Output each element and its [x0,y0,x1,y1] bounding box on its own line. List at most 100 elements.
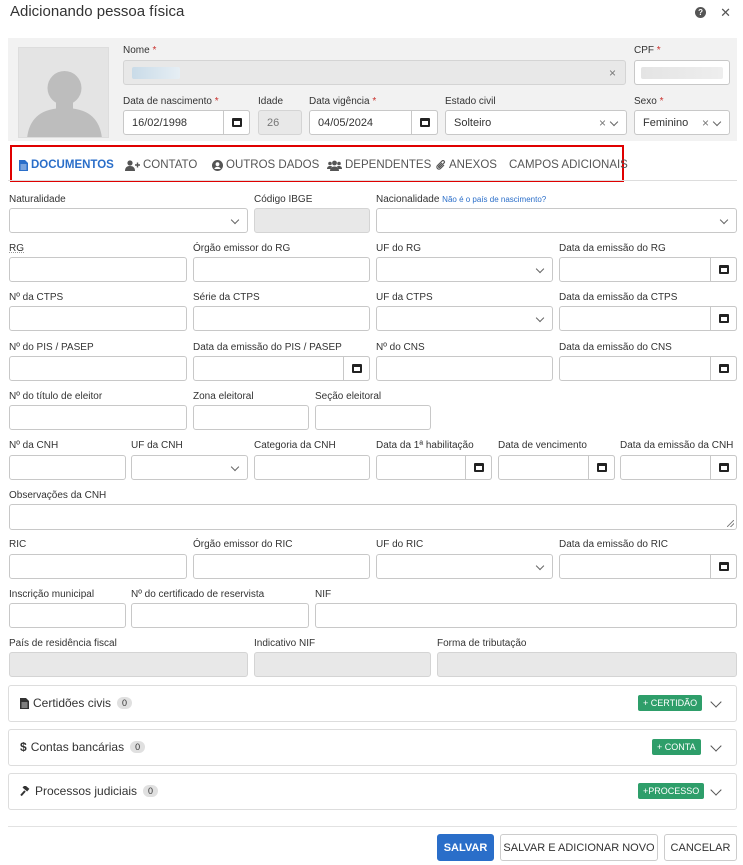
sexo-select[interactable]: Feminino × [634,110,730,135]
clear-icon[interactable]: × [599,116,606,130]
calendar-button[interactable] [465,455,492,480]
estado-civil-select[interactable]: Solteiro × [445,110,627,135]
ric-input[interactable] [9,554,187,579]
nacionalidade-link[interactable]: Não é o país de nascimento? [442,195,546,204]
nome-input[interactable]: × [123,60,626,85]
nascimento-label: Data de nascimento * [123,96,219,107]
save-new-button[interactable]: SALVAR E ADICIONAR NOVO [500,834,658,861]
calendar-button[interactable] [710,257,737,282]
add-conta-button[interactable]: + CONTA [652,739,701,755]
panel-title: Processos judiciais 0 [20,784,159,798]
idade-input: 26 [258,110,302,135]
idade-label: Idade [258,96,284,107]
obs-cnh-textarea[interactable] [9,504,737,530]
resize-handle[interactable] [727,520,734,527]
tab-anexos[interactable]: ANEXOS [436,159,497,171]
calendar-button[interactable] [710,554,737,579]
inscricao-input[interactable] [9,603,126,628]
calendar-icon [718,463,729,472]
nascimento-input[interactable]: 16/02/1998 [123,110,250,135]
chevron-down-icon [719,215,729,225]
uf-ric-select[interactable] [376,554,553,579]
emissao-cns-label: Data da emissão do CNS [559,342,672,353]
calendar-button[interactable] [710,306,737,331]
count-badge: 0 [143,785,159,797]
primeira-hab-input[interactable] [376,455,492,480]
tab-documentos[interactable]: DOCUMENTOS [19,159,114,171]
file-icon [19,159,28,171]
calendar-button[interactable] [223,110,250,135]
chevron-down-icon [230,215,240,225]
chevron-down-icon[interactable] [710,696,722,708]
calendar-button[interactable] [588,455,615,480]
nif-input[interactable] [315,603,737,628]
emissao-ric-input[interactable] [559,554,737,579]
categoria-cnh-input[interactable] [254,455,370,480]
save-button[interactable]: SALVAR [437,834,494,861]
help-icon[interactable]: ? [695,7,707,18]
emissao-pis-input[interactable] [193,356,370,381]
pais-fiscal-label: País de residência fiscal [9,638,117,649]
orgao-rg-label: Órgão emissor do RG [193,243,291,254]
zona-input[interactable] [193,405,309,430]
emissao-pis-label: Data da emissão do PIS / PASEP [193,342,342,353]
calendar-button[interactable] [411,110,438,135]
reservista-input[interactable] [131,603,309,628]
calendar-button[interactable] [710,455,737,480]
secao-input[interactable] [315,405,431,430]
emissao-cns-input[interactable] [559,356,737,381]
ric-label: RIC [9,539,27,550]
uf-rg-select[interactable] [376,257,553,282]
serie-ctps-input[interactable] [193,306,370,331]
titulo-label: Nº do título de eleitor [9,391,103,402]
uf-cnh-select[interactable] [131,455,248,480]
cns-input[interactable] [376,356,553,381]
calendar-button[interactable] [710,356,737,381]
pis-input[interactable] [9,356,187,381]
clear-icon[interactable]: × [609,66,616,80]
chevron-down-icon[interactable] [710,740,722,752]
vigencia-input[interactable]: 04/05/2024 [309,110,438,135]
panel-title: $ Contas bancárias 0 [20,740,146,754]
close-icon[interactable]: ✕ [720,6,731,19]
tab-campos-adicionais[interactable]: CAMPOS ADICIONAIS [509,159,628,171]
emissao-rg-input[interactable] [559,257,737,282]
obs-cnh-label: Observações da CNH [9,490,107,501]
uf-ctps-select[interactable] [376,306,553,331]
cnh-input[interactable] [9,455,126,480]
tab-contato[interactable]: CONTATO [125,159,197,171]
avatar[interactable] [18,47,109,138]
naturalidade-select[interactable] [9,208,248,233]
titulo-input[interactable] [9,405,187,430]
cancel-button[interactable]: CANCELAR [664,834,737,861]
emissao-ric-label: Data da emissão do RIC [559,539,668,550]
add-processo-button[interactable]: +PROCESSO [638,783,705,799]
orgao-ric-input[interactable] [193,554,370,579]
calendar-button[interactable] [343,356,370,381]
clear-icon[interactable]: × [702,116,709,130]
paperclip-icon [436,159,445,170]
emissao-cnh-input[interactable] [620,455,737,480]
cpf-input[interactable] [634,60,730,85]
nacionalidade-select[interactable] [376,208,737,233]
calendar-icon [419,118,430,127]
ctps-label: Nº da CTPS [9,292,64,303]
chevron-down-icon [230,462,240,472]
emissao-ctps-input[interactable] [559,306,737,331]
calendar-icon [596,463,607,472]
certidoes-panel[interactable]: Certidões civis 0 + CERTIDÃO [8,685,737,722]
add-certidao-button[interactable]: + CERTIDÃO [638,695,703,711]
primeira-hab-label: Data da 1ª habilitação [376,440,474,451]
rg-input[interactable] [9,257,187,282]
vencimento-input[interactable] [498,455,615,480]
chevron-down-icon[interactable] [710,784,722,796]
tab-dependentes[interactable]: DEPENDENTES [327,159,431,171]
tab-outros-dados[interactable]: OUTROS DADOS [212,159,319,171]
tab-bar-highlight: DOCUMENTOS CONTATO OUTROS DADOS DEPENDEN… [10,145,628,182]
contas-panel[interactable]: $ Contas bancárias 0 + CONTA [8,729,737,766]
gavel-icon [20,785,30,796]
orgao-rg-input[interactable] [193,257,370,282]
uf-cnh-label: UF da CNH [131,440,183,451]
ctps-input[interactable] [9,306,187,331]
processos-panel[interactable]: Processos judiciais 0 +PROCESSO [8,773,737,810]
